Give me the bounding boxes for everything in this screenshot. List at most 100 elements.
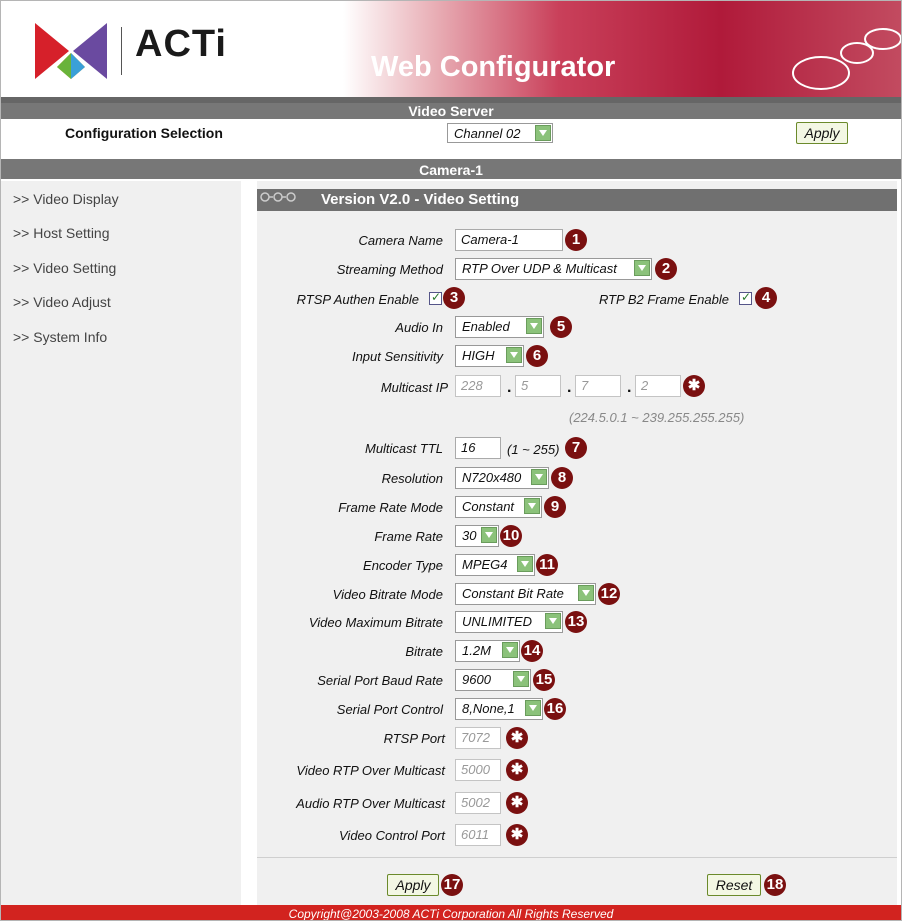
serial-baud-label: Serial Port Baud Rate — [317, 673, 443, 688]
resolution-select[interactable]: N720x480 — [455, 467, 549, 489]
ip-separator: . — [567, 379, 572, 396]
sidebar-item-video-setting[interactable]: >> Video Setting — [13, 260, 116, 276]
video-bitrate-mode-value: Constant Bit Rate — [462, 586, 564, 601]
badge-2: 2 — [655, 258, 677, 280]
video-rtp-multicast-input[interactable]: 5000 — [455, 759, 501, 781]
video-max-bitrate-select[interactable]: UNLIMITED — [455, 611, 563, 633]
copyright-footer: Copyright@2003-2008 ACTi Corporation All… — [1, 905, 901, 920]
streaming-method-value: RTP Over UDP & Multicast — [462, 261, 617, 276]
sidebar-item-video-display[interactable]: >> Video Display — [13, 191, 119, 207]
chevron-down-icon[interactable] — [578, 585, 594, 601]
rtp-b2-label: RTP B2 Frame Enable — [598, 292, 729, 307]
chevron-down-icon[interactable] — [517, 556, 533, 572]
bitrate-select[interactable]: 1.2M — [455, 640, 520, 662]
rings-decoration-icon — [792, 28, 901, 90]
multicast-ttl-input[interactable]: 16 — [455, 437, 501, 459]
input-sensitivity-select[interactable]: HIGH — [455, 345, 524, 367]
badge-asterisk: ✱ — [506, 727, 528, 749]
chevron-down-icon[interactable] — [513, 671, 529, 687]
streaming-method-select[interactable]: RTP Over UDP & Multicast — [455, 258, 652, 280]
chevron-down-icon[interactable] — [502, 642, 518, 658]
camera-name-input[interactable]: Camera-1 — [455, 229, 563, 251]
ip-separator: . — [627, 379, 632, 396]
chevron-down-icon[interactable] — [531, 469, 547, 485]
video-setting-panel: Version V2.0 - Video Setting Camera Name… — [257, 181, 897, 905]
chevron-down-icon[interactable] — [525, 700, 541, 716]
badge-17: 17 — [441, 874, 463, 896]
channel-select-value: Channel 02 — [454, 126, 521, 141]
badge-13: 13 — [565, 611, 587, 633]
rings-small-icon — [260, 192, 296, 202]
header-banner: ACTi Web Configurator — [1, 1, 901, 97]
sidebar-item-video-adjust[interactable]: >> Video Adjust — [13, 294, 111, 310]
camera-name-label: Camera Name — [358, 233, 443, 248]
video-max-bitrate-label: Video Maximum Bitrate — [308, 615, 443, 630]
chevron-down-icon[interactable] — [481, 527, 497, 543]
serial-baud-value: 9600 — [462, 672, 491, 687]
badge-5: 5 — [550, 316, 572, 338]
chevron-down-icon[interactable] — [524, 498, 540, 514]
video-server-bar: Video Server — [1, 97, 901, 119]
rtsp-port-label: RTSP Port — [383, 731, 445, 746]
multicast-ip-octet-4[interactable]: 2 — [635, 375, 681, 397]
frame-rate-mode-value: Constant — [462, 499, 515, 514]
frame-rate-value: 30 — [462, 528, 477, 543]
badge-9: 9 — [544, 496, 566, 518]
badge-11: 11 — [536, 554, 558, 576]
camera-title: Camera-1 — [419, 162, 483, 178]
frame-rate-label: Frame Rate — [374, 529, 443, 544]
streaming-method-label: Streaming Method — [336, 262, 443, 277]
multicast-ip-range: (224.5.0.1 ~ 239.255.255.255) — [569, 410, 745, 425]
audio-in-select[interactable]: Enabled — [455, 316, 544, 338]
video-control-port-input[interactable]: 6011 — [455, 824, 501, 846]
serial-control-label: Serial Port Control — [336, 702, 443, 717]
rtsp-authen-checkbox[interactable] — [429, 290, 442, 305]
input-sensitivity-value: HIGH — [462, 348, 495, 363]
apply-button[interactable]: Apply — [387, 874, 439, 896]
config-apply-button[interactable]: Apply — [796, 122, 848, 144]
ip-separator: . — [507, 379, 512, 396]
configuration-row: Configuration Selection Channel 02 Apply — [1, 119, 901, 149]
badge-7: 7 — [565, 437, 587, 459]
sidebar-item-host-setting[interactable]: >> Host Setting — [13, 225, 110, 241]
encoder-type-select[interactable]: MPEG4 — [455, 554, 535, 576]
badge-10: 10 — [500, 525, 522, 547]
reset-button[interactable]: Reset — [707, 874, 761, 896]
multicast-ip-octet-2[interactable]: 5 — [515, 375, 561, 397]
frame-rate-mode-select[interactable]: Constant — [455, 496, 542, 518]
multicast-ip-octet-3[interactable]: 7 — [575, 375, 621, 397]
rtsp-port-input[interactable]: 7072 — [455, 727, 501, 749]
acti-logo-icon — [35, 23, 107, 79]
chevron-down-icon[interactable] — [526, 318, 542, 334]
badge-16: 16 — [544, 698, 566, 720]
serial-baud-select[interactable]: 9600 — [455, 669, 531, 691]
chevron-down-icon[interactable] — [535, 125, 551, 141]
frame-rate-select[interactable]: 30 — [455, 525, 499, 547]
chevron-down-icon[interactable] — [506, 347, 522, 363]
panel-title: Version V2.0 - Video Setting — [321, 191, 520, 208]
badge-8: 8 — [551, 467, 573, 489]
brand-name: ACTi — [135, 23, 227, 65]
video-bitrate-mode-select[interactable]: Constant Bit Rate — [455, 583, 596, 605]
sidebar-item-system-info[interactable]: >> System Info — [13, 329, 107, 345]
encoder-type-value: MPEG4 — [462, 557, 508, 572]
bitrate-label: Bitrate — [405, 644, 443, 659]
video-rtp-multicast-label: Video RTP Over Multicast — [296, 763, 445, 778]
multicast-ip-octet-1[interactable]: 228 — [455, 375, 501, 397]
multicast-ttl-hint: (1 ~ 255) — [507, 442, 560, 457]
input-sensitivity-label: Input Sensitivity — [351, 349, 443, 364]
badge-6: 6 — [526, 345, 548, 367]
app-title: Web Configurator — [371, 51, 616, 83]
video-control-port-label: Video Control Port — [339, 828, 445, 843]
chevron-down-icon[interactable] — [634, 260, 650, 276]
rtp-b2-checkbox[interactable] — [739, 290, 752, 305]
badge-3: 3 — [443, 287, 465, 309]
bitrate-value: 1.2M — [462, 643, 491, 658]
channel-select[interactable]: Channel 02 — [447, 123, 553, 143]
resolution-label: Resolution — [381, 471, 443, 486]
audio-rtp-multicast-input[interactable]: 5002 — [455, 792, 501, 814]
panel-header: Version V2.0 - Video Setting — [257, 189, 897, 211]
chevron-down-icon[interactable] — [545, 613, 561, 629]
divider — [257, 857, 897, 858]
serial-control-select[interactable]: 8,None,1 — [455, 698, 543, 720]
